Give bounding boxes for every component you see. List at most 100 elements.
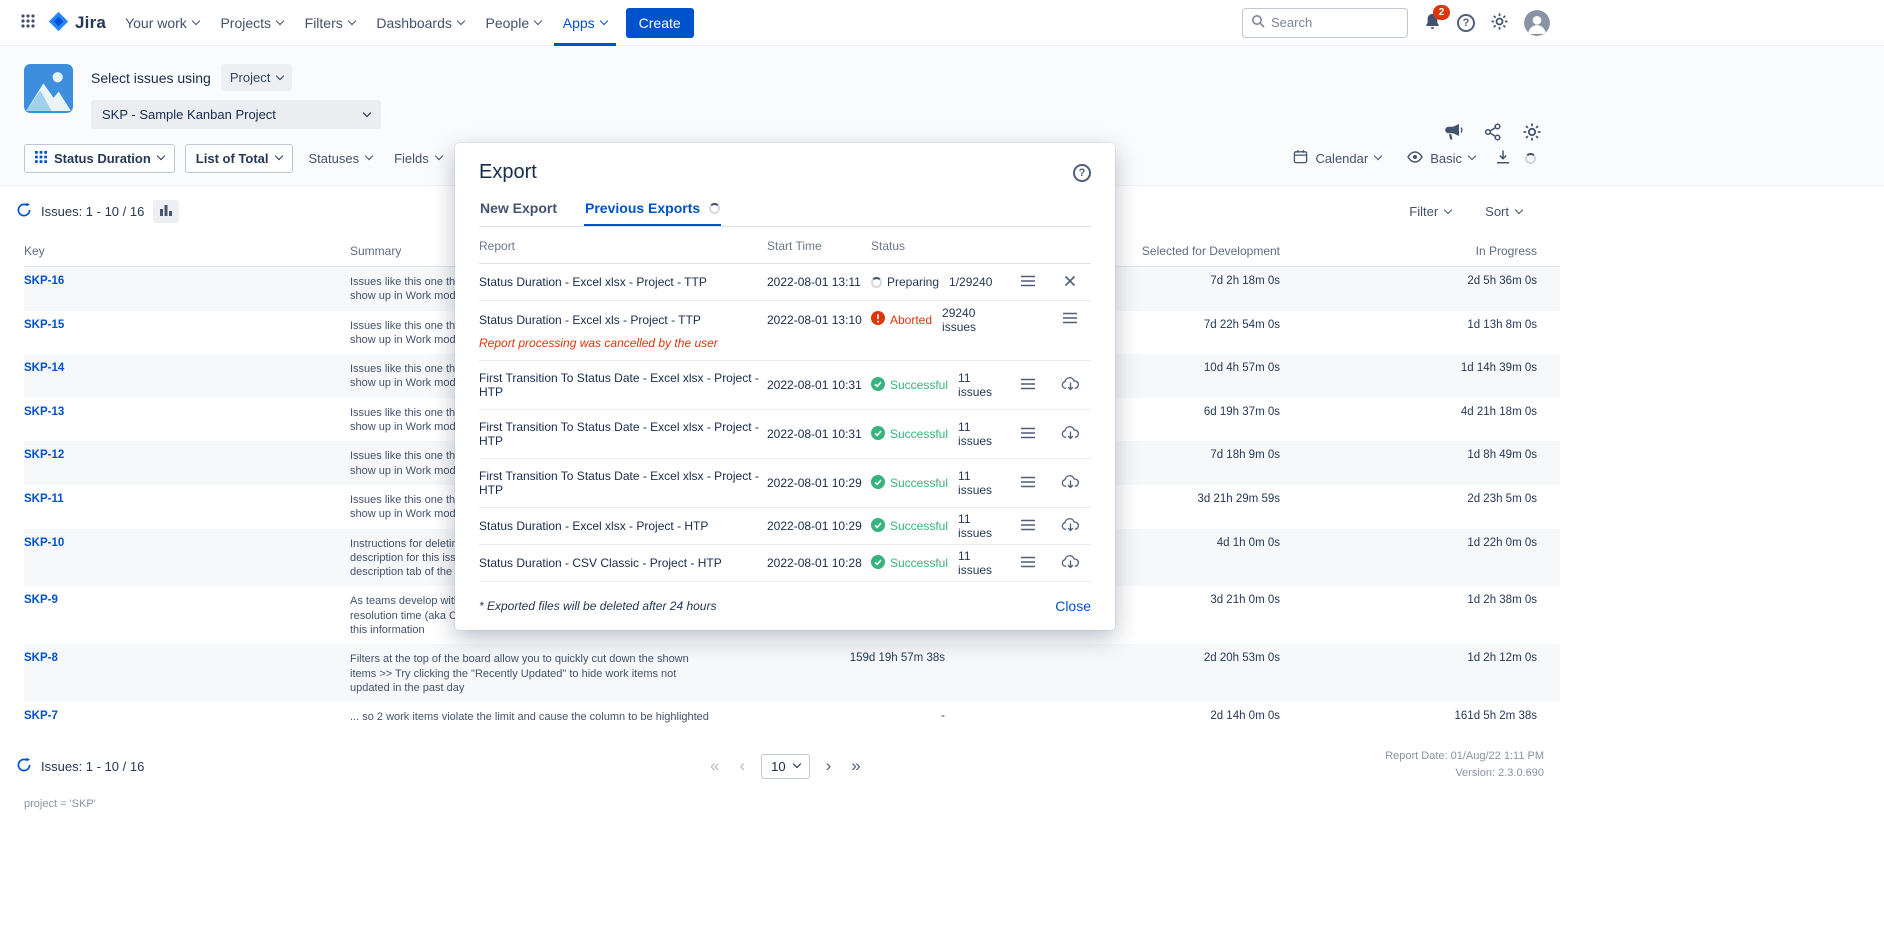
issue-key-link[interactable]: SKP-11: [24, 485, 350, 512]
app-switcher-icon: [20, 13, 36, 32]
notification-badge: 2: [1433, 5, 1450, 20]
export-start-time: 2022-08-01 13:10: [767, 313, 871, 327]
hamburger-icon: [1020, 519, 1036, 534]
export-menu-button[interactable]: [1016, 515, 1040, 538]
export-row: First Transition To Status Date - Excel …: [479, 459, 1091, 508]
sort-dropdown[interactable]: Sort: [1479, 198, 1528, 225]
app-logo: [24, 64, 73, 113]
export-menu-button[interactable]: [1058, 308, 1082, 331]
top-navigation: Jira Your work Projects Filters Dashboar…: [0, 0, 1884, 46]
issues-count: Issues: 1 - 10 / 16: [41, 204, 144, 219]
export-start-time: 2022-08-01 10:29: [767, 476, 871, 490]
nav-item-projects[interactable]: Projects: [211, 0, 292, 46]
app-version: Version: 2.3.0.690: [1385, 765, 1544, 782]
app-switcher-button[interactable]: [14, 9, 42, 36]
issue-key-link[interactable]: SKP-14: [24, 354, 350, 381]
export-menu-button[interactable]: [1016, 374, 1040, 397]
nav-item-filters[interactable]: Filters: [296, 0, 364, 46]
previous-page-button[interactable]: ‹: [735, 754, 749, 778]
tab-previous-exports[interactable]: Previous Exports: [584, 200, 721, 226]
last-page-button[interactable]: »: [847, 754, 864, 778]
issue-key-link[interactable]: SKP-7: [24, 702, 350, 729]
tab-new-export[interactable]: New Export: [479, 200, 558, 226]
select-mode-dropdown[interactable]: Project: [221, 64, 292, 91]
jira-logo[interactable]: Jira: [42, 11, 116, 35]
export-menu-button[interactable]: [1016, 472, 1040, 495]
hamburger-icon: [1020, 556, 1036, 571]
next-page-button[interactable]: ›: [822, 754, 836, 778]
issue-key-link[interactable]: SKP-9: [24, 586, 350, 613]
report-date: Report Date: 01/Aug/22 1:11 PM: [1385, 748, 1544, 765]
chevron-down-icon: [534, 16, 542, 24]
issue-key-link[interactable]: SKP-15: [24, 311, 350, 338]
close-button[interactable]: Close: [1055, 598, 1091, 614]
view-mode-dropdown[interactable]: Basic: [1401, 145, 1481, 172]
hamburger-icon: [1062, 312, 1078, 327]
issue-key-link[interactable]: SKP-8: [24, 644, 350, 671]
feedback-button[interactable]: [1443, 123, 1464, 144]
export-error-note: Report processing was cancelled by the u…: [479, 336, 1091, 361]
chart-view-button[interactable]: [153, 200, 179, 223]
create-button[interactable]: Create: [626, 8, 694, 38]
help-icon[interactable]: ?: [1457, 14, 1475, 32]
refresh-button[interactable]: [16, 757, 32, 776]
fields-dropdown[interactable]: Fields: [388, 145, 448, 172]
cloud-download-icon: [1061, 376, 1080, 394]
export-status: Successful 11 issues: [871, 420, 1007, 448]
calendar-icon: [1293, 149, 1308, 167]
hamburger-icon: [1020, 378, 1036, 393]
export-button[interactable]: [1495, 149, 1511, 168]
search-input[interactable]: [1271, 15, 1399, 30]
notifications-button[interactable]: 2: [1423, 12, 1442, 34]
export-modal: Export ? New Export Previous Exports Rep…: [455, 143, 1115, 630]
chevron-down-icon: [276, 71, 284, 79]
nav-item-apps[interactable]: Apps: [554, 0, 616, 46]
global-search[interactable]: [1242, 8, 1408, 38]
chevron-down-icon: [1468, 152, 1476, 160]
check-circle-icon: [871, 426, 885, 443]
gear-icon: [1522, 122, 1542, 145]
project-dropdown[interactable]: SKP - Sample Kanban Project: [91, 100, 381, 129]
chevron-down-icon: [599, 16, 607, 24]
modal-help-icon[interactable]: ?: [1073, 164, 1091, 182]
export-menu-button[interactable]: [1016, 552, 1040, 575]
download-export-button[interactable]: [1057, 372, 1084, 398]
nav-item-people[interactable]: People: [477, 0, 551, 46]
export-table-header: Report Start Time Status: [479, 227, 1091, 264]
filter-dropdown[interactable]: Filter: [1403, 198, 1457, 225]
nav-item-dashboards[interactable]: Dashboards: [367, 0, 473, 46]
export-status: Successful 11 issues: [871, 371, 1007, 399]
export-menu-button[interactable]: [1016, 423, 1040, 446]
primary-nav: Your work Projects Filters Dashboards Pe…: [116, 0, 616, 46]
chevron-down-icon: [1374, 152, 1382, 160]
issues-count: Issues: 1 - 10 / 16: [41, 759, 144, 774]
chevron-down-icon: [1515, 205, 1523, 213]
user-avatar[interactable]: [1524, 10, 1550, 36]
issue-key-link[interactable]: SKP-10: [24, 529, 350, 556]
export-start-time: 2022-08-01 10:31: [767, 427, 871, 441]
download-export-button[interactable]: [1057, 550, 1084, 576]
download-export-button[interactable]: [1057, 470, 1084, 496]
settings-button[interactable]: [1490, 12, 1509, 34]
statuses-dropdown[interactable]: Statuses: [303, 145, 379, 172]
nav-item-your-work[interactable]: Your work: [116, 0, 208, 46]
list-type-dropdown[interactable]: List of Total: [185, 144, 293, 173]
download-export-button[interactable]: [1057, 421, 1084, 447]
export-menu-button[interactable]: [1016, 271, 1040, 294]
cancel-export-button[interactable]: [1060, 271, 1080, 294]
calendar-dropdown[interactable]: Calendar: [1287, 143, 1387, 173]
refresh-button[interactable]: [16, 202, 32, 221]
issue-key-link[interactable]: SKP-13: [24, 398, 350, 425]
download-export-button[interactable]: [1057, 513, 1084, 539]
share-button[interactable]: [1484, 123, 1502, 144]
first-page-button[interactable]: «: [706, 754, 723, 778]
report-type-dropdown[interactable]: Status Duration: [24, 144, 175, 173]
issue-key-link[interactable]: SKP-12: [24, 441, 350, 468]
refresh-icon: [16, 202, 32, 221]
page-size-select[interactable]: 10: [761, 754, 809, 779]
column-header-key: Key: [24, 235, 350, 266]
pagination: « ‹ 10 › »: [706, 754, 865, 779]
report-settings-button[interactable]: [1522, 122, 1542, 145]
issue-key-link[interactable]: SKP-16: [24, 267, 350, 294]
export-report-name: Status Duration - Excel xlsx - Project -…: [479, 265, 767, 299]
